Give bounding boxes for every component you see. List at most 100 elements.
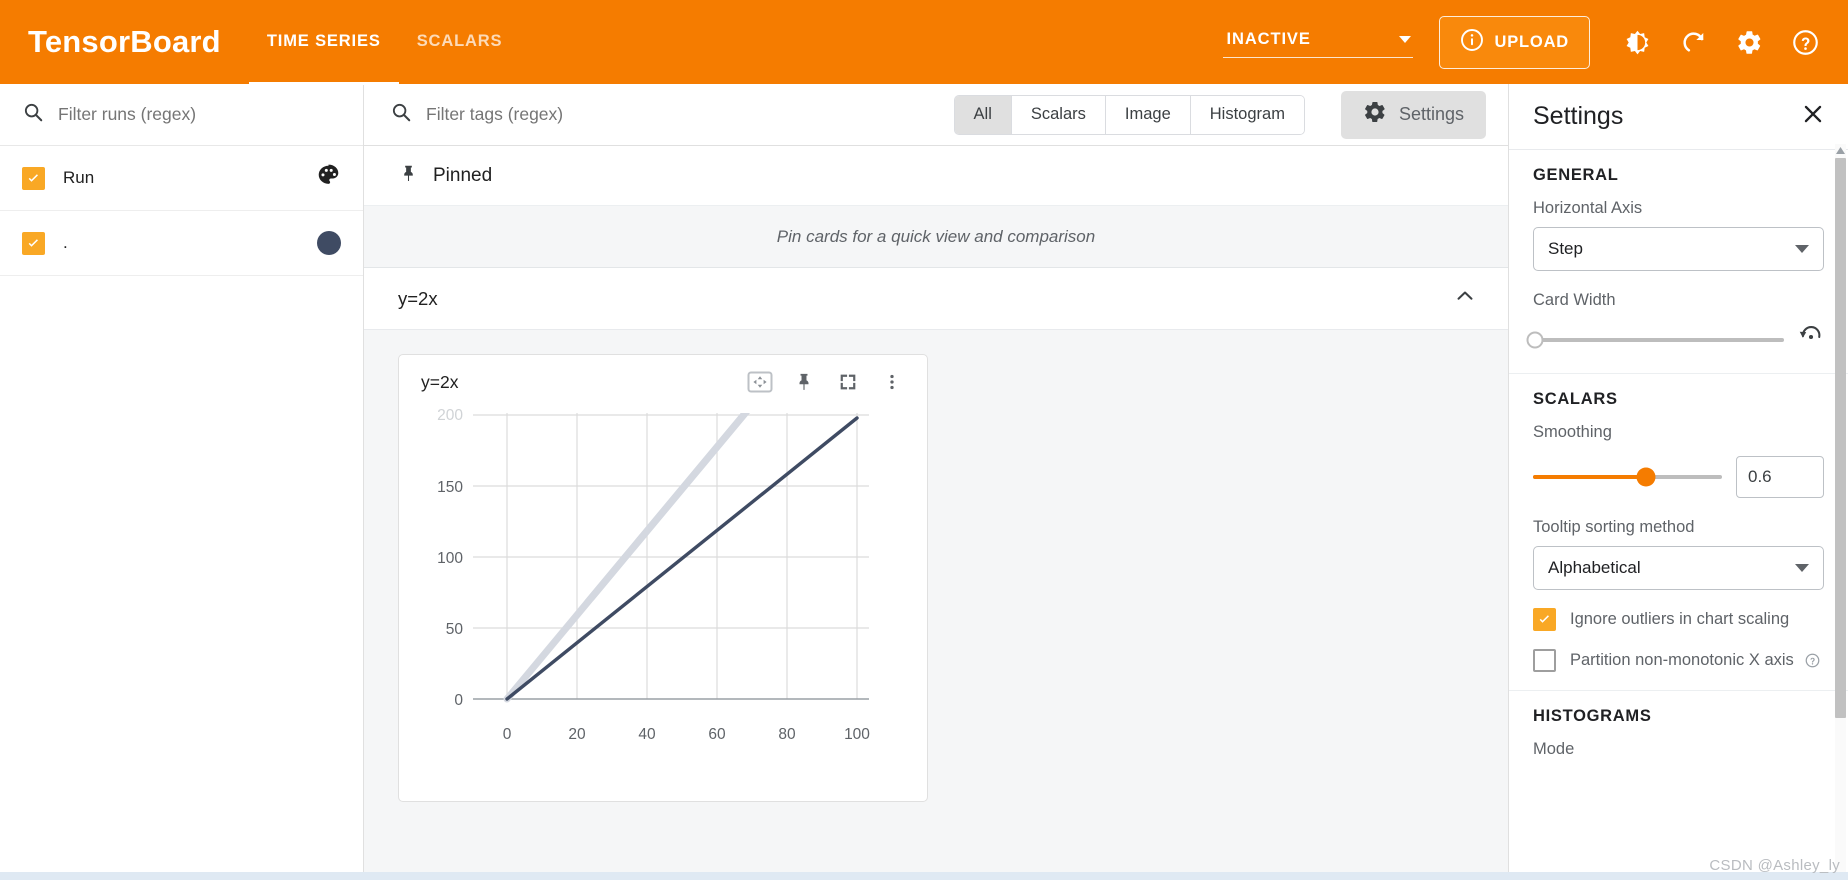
plugin-filter-group: All Scalars Image Histogram [953, 94, 1305, 135]
help-circle-icon[interactable] [1780, 17, 1830, 67]
plugin-filter-image[interactable]: Image [1105, 95, 1191, 134]
chevron-up-icon[interactable] [1452, 283, 1478, 314]
run-checkbox[interactable] [22, 166, 45, 190]
chevron-down-icon [1398, 36, 1411, 43]
y-tick-50: 50 [446, 621, 464, 638]
run-row-dot[interactable]: . [0, 211, 363, 276]
more-vert-icon[interactable] [873, 363, 911, 401]
fit-to-domain-icon[interactable] [741, 363, 779, 401]
plugin-filter-histogram-label: Histogram [1209, 105, 1285, 123]
settings-panel: Settings GENERAL Horizontal Axis Step Ca… [1508, 84, 1848, 880]
y-tick-0: 0 [454, 692, 463, 709]
smoothing-slider-knob[interactable] [1636, 467, 1656, 487]
tooltip-sorting-label: Tooltip sorting method [1533, 518, 1695, 536]
gear-icon [1363, 100, 1387, 129]
main-content: All Scalars Image Histogram Settings [364, 84, 1508, 880]
gear-icon[interactable] [1724, 17, 1774, 67]
experiment-selector[interactable]: INACTIVE [1222, 26, 1413, 58]
cards-scroll-area[interactable]: Pinned Pin cards for a quick view and co… [364, 146, 1508, 880]
settings-button[interactable]: Settings [1340, 90, 1486, 139]
settings-panel-title: Settings [1533, 102, 1624, 130]
chevron-down-icon [1795, 564, 1809, 572]
tab-time-series[interactable]: TIME SERIES [248, 1, 399, 85]
upload-button[interactable]: UPLOAD [1438, 15, 1590, 69]
settings-panel-body[interactable]: GENERAL Horizontal Axis Step Card Width [1509, 150, 1848, 880]
refresh-icon[interactable] [1668, 17, 1718, 67]
smoothing-value-input[interactable]: 0.6 [1736, 456, 1824, 498]
pinned-section-header: Pinned [364, 146, 1508, 206]
partition-x-checkbox[interactable] [1533, 649, 1556, 672]
histogram-mode-label: Mode [1533, 740, 1575, 758]
card-width-slider-knob[interactable] [1526, 331, 1544, 348]
plugin-filter-scalars[interactable]: Scalars [1011, 95, 1106, 134]
chevron-down-icon [1795, 245, 1809, 253]
fullscreen-icon[interactable] [829, 363, 867, 401]
plugin-filter-all[interactable]: All [954, 95, 1012, 134]
settings-section-histograms: HISTOGRAMS Mode [1509, 691, 1848, 777]
tab-scalars-label: SCALARS [416, 32, 503, 50]
tooltip-sorting-select[interactable]: Alphabetical [1533, 546, 1824, 590]
settings-scrollbar-thumb[interactable] [1835, 158, 1846, 718]
smoothing-value: 0.6 [1748, 467, 1772, 486]
general-heading: GENERAL [1533, 166, 1619, 184]
line-chart-svg: 200 150 100 50 0 0 20 40 60 80 100 [399, 409, 927, 743]
help-circle-icon[interactable] [1805, 653, 1820, 668]
search-icon [22, 101, 44, 128]
horizontal-axis-label: Horizontal Axis [1533, 199, 1643, 217]
x-tick-80: 80 [778, 726, 796, 743]
card-grid: y=2x 200 150 100 50 0 0 20 40 60 80 100 [364, 330, 1508, 880]
tag-toolbar: All Scalars Image Histogram Settings [364, 84, 1508, 146]
scroll-up-arrow-icon[interactable] [1835, 144, 1846, 156]
nav-tabs: TIME SERIES SCALARS [248, 0, 521, 85]
partition-x-text: Partition non-monotonic X axis [1570, 651, 1794, 669]
horizontal-axis-select[interactable]: Step [1533, 227, 1824, 271]
top-navigation-bar: TensorBoard TIME SERIES SCALARS INACTIVE… [0, 0, 1848, 85]
scalar-card: y=2x 200 150 100 50 0 0 20 40 60 80 100 [398, 354, 928, 802]
tag-group-header[interactable]: y=2x [364, 268, 1508, 330]
settings-scrollbar[interactable] [1835, 144, 1846, 876]
card-width-label: Card Width [1533, 291, 1616, 309]
pin-icon[interactable] [785, 363, 823, 401]
card-width-slider[interactable] [1526, 331, 1784, 348]
tensorboard-app: TensorBoard TIME SERIES SCALARS INACTIVE… [0, 0, 1848, 880]
settings-section-scalars: SCALARS Smoothing 0.6 Tooltip sorting me… [1509, 374, 1848, 691]
run-filter-input[interactable] [58, 104, 341, 125]
partition-x-row[interactable]: Partition non-monotonic X axis [1533, 649, 1824, 672]
experiment-selector-value: INACTIVE [1226, 30, 1311, 48]
partition-x-label: Partition non-monotonic X axis [1570, 651, 1820, 670]
histograms-heading: HISTOGRAMS [1533, 707, 1652, 725]
plugin-filter-scalars-label: Scalars [1030, 105, 1086, 123]
restore-icon[interactable] [1798, 324, 1824, 355]
tag-filter-input[interactable] [426, 104, 940, 125]
brightness-icon[interactable] [1612, 17, 1662, 67]
horizontal-axis-value: Step [1548, 239, 1583, 258]
smoothing-slider[interactable] [1533, 467, 1722, 487]
palette-icon[interactable] [316, 163, 341, 193]
pin-icon [398, 163, 419, 189]
ignore-outliers-row[interactable]: Ignore outliers in chart scaling [1533, 608, 1824, 631]
run-filter-row[interactable] [0, 84, 363, 146]
bottom-strip [0, 872, 1848, 880]
tab-time-series-label: TIME SERIES [266, 32, 381, 50]
upload-button-label: UPLOAD [1494, 32, 1569, 51]
settings-section-general: GENERAL Horizontal Axis Step Card Width [1509, 150, 1848, 374]
ignore-outliers-checkbox[interactable] [1533, 608, 1556, 631]
run-checkbox[interactable] [22, 231, 45, 255]
run-color-dot[interactable] [317, 231, 341, 255]
chart-series-smoothed [505, 416, 859, 701]
info-circle-icon [1460, 28, 1484, 57]
scalar-card-title: y=2x [421, 371, 459, 392]
x-tick-100: 100 [844, 726, 870, 743]
run-name: Run [63, 168, 95, 187]
close-icon[interactable] [1800, 101, 1826, 132]
scalar-card-header: y=2x [399, 355, 927, 409]
app-logo: TensorBoard [28, 24, 221, 59]
ignore-outliers-label: Ignore outliers in chart scaling [1570, 610, 1790, 628]
smoothing-slider-row: 0.6 [1533, 456, 1824, 498]
plugin-filter-all-label: All [973, 105, 992, 123]
line-chart[interactable]: 200 150 100 50 0 0 20 40 60 80 100 [399, 409, 927, 801]
x-tick-0: 0 [503, 726, 512, 743]
tab-scalars[interactable]: SCALARS [399, 1, 521, 85]
run-row-run[interactable]: Run [0, 146, 363, 211]
plugin-filter-histogram[interactable]: Histogram [1190, 95, 1304, 134]
